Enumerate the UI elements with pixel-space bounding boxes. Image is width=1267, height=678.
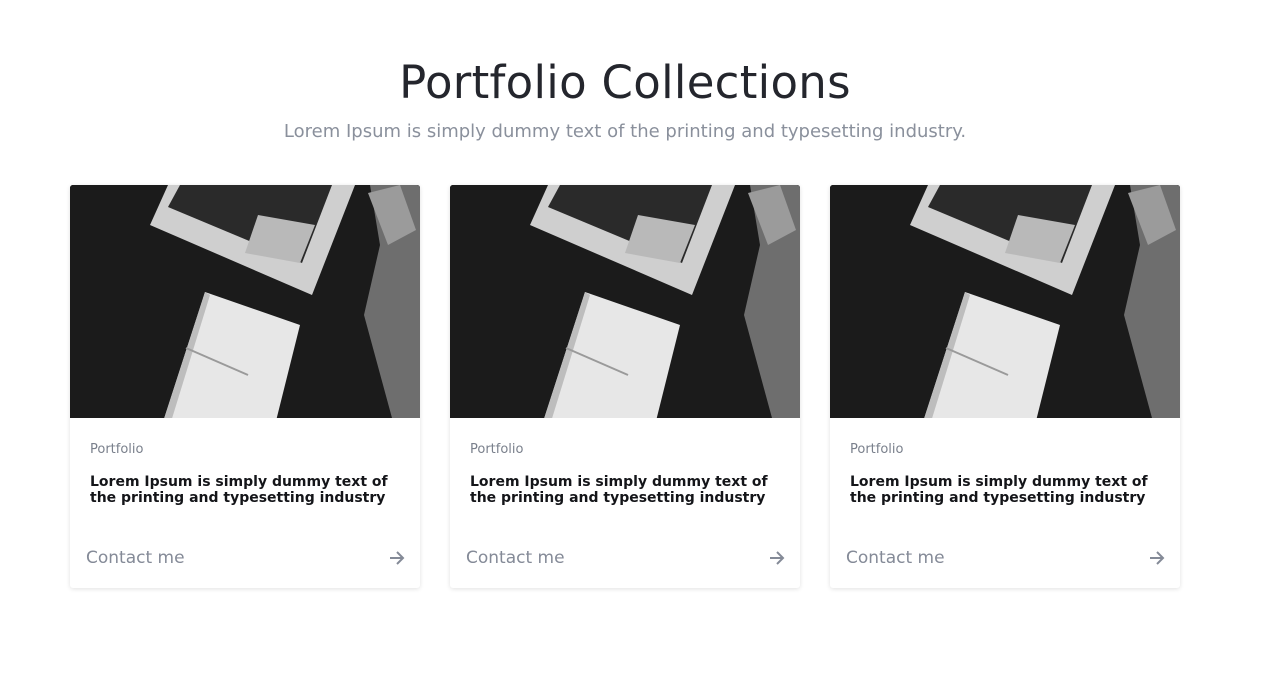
portfolio-card: Portfolio Lorem Ipsum is simply dummy te… xyxy=(70,185,420,588)
contact-me-label[interactable]: Contact me xyxy=(846,548,945,568)
contact-me-link[interactable]: Contact me xyxy=(86,546,406,570)
card-title[interactable]: Lorem Ipsum is simply dummy text of the … xyxy=(90,474,405,506)
section-title: Portfolio Collections xyxy=(399,56,851,109)
arrow-right-icon[interactable] xyxy=(768,549,786,567)
card-title[interactable]: Lorem Ipsum is simply dummy text of the … xyxy=(470,474,785,506)
portfolio-section: Portfolio Collections Lorem Ipsum is sim… xyxy=(0,0,1267,678)
card-body: Portfolio Lorem Ipsum is simply dummy te… xyxy=(450,418,800,588)
arrow-right-icon[interactable] xyxy=(388,549,406,567)
contact-me-label[interactable]: Contact me xyxy=(466,548,565,568)
card-image[interactable] xyxy=(830,185,1180,418)
arrow-right-icon[interactable] xyxy=(1148,549,1166,567)
card-category: Portfolio xyxy=(850,442,904,457)
card-body: Portfolio Lorem Ipsum is simply dummy te… xyxy=(70,418,420,588)
card-image[interactable] xyxy=(70,185,420,418)
card-title[interactable]: Lorem Ipsum is simply dummy text of the … xyxy=(850,474,1165,506)
contact-me-link[interactable]: Contact me xyxy=(466,546,786,570)
card-image[interactable] xyxy=(450,185,800,418)
contact-me-link[interactable]: Contact me xyxy=(846,546,1166,570)
contact-me-label[interactable]: Contact me xyxy=(86,548,185,568)
portfolio-card: Portfolio Lorem Ipsum is simply dummy te… xyxy=(450,185,800,588)
portfolio-card: Portfolio Lorem Ipsum is simply dummy te… xyxy=(830,185,1180,588)
card-list: Portfolio Lorem Ipsum is simply dummy te… xyxy=(70,185,1180,588)
card-body: Portfolio Lorem Ipsum is simply dummy te… xyxy=(830,418,1180,588)
section-subtitle: Lorem Ipsum is simply dummy text of the … xyxy=(283,121,967,142)
card-category: Portfolio xyxy=(90,442,144,457)
card-category: Portfolio xyxy=(470,442,524,457)
